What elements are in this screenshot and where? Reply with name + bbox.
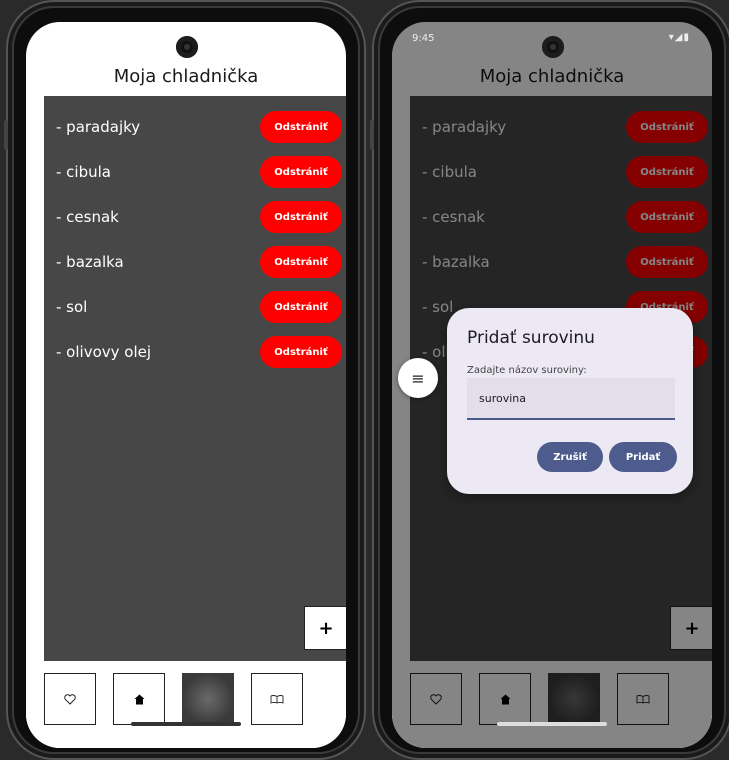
ingredient-list-panel: - paradajky Odstrániť - cibula Odstrániť… — [44, 96, 346, 661]
dialog-label: Zadajte názov suroviny: — [467, 365, 587, 376]
list-item: - bazalka Odstrániť — [44, 246, 346, 278]
screen-right: 9:45 ▾◢▮ Moja chladnička - paradajky Ods… — [392, 22, 712, 748]
list-item: - sol Odstrániť — [44, 291, 346, 323]
page-title: Moja chladnička — [113, 66, 259, 87]
remove-button[interactable]: Odstrániť — [260, 291, 342, 323]
list-item: - cibula Odstrániť — [44, 156, 346, 188]
home-icon — [134, 694, 145, 705]
nav-home[interactable] — [113, 673, 165, 725]
nav-fridge[interactable] — [182, 673, 234, 725]
phone-left: Moja chladnička - paradajky Odstrániť - … — [4, 0, 366, 760]
phone-right: 9:45 ▾◢▮ Moja chladnička - paradajky Ods… — [370, 0, 729, 760]
remove-button[interactable]: Odstrániť — [260, 336, 342, 368]
side-button — [4, 120, 8, 150]
book-icon — [270, 694, 284, 704]
confirm-add-button[interactable]: Pridať — [609, 442, 677, 472]
remove-button[interactable]: Odstrániť — [260, 156, 342, 188]
add-ingredient-button[interactable]: + — [304, 606, 346, 650]
remove-button[interactable]: Odstrániť — [260, 201, 342, 233]
list-item: - cesnak Odstrániť — [44, 201, 346, 233]
side-button — [370, 120, 374, 150]
camera-cutout — [176, 36, 198, 58]
heart-icon — [64, 693, 76, 705]
menu-icon[interactable]: ≡ — [398, 358, 438, 398]
ingredient-name: - olivovy olej — [56, 343, 152, 361]
bottom-nav — [26, 661, 346, 748]
nav-favorites[interactable] — [44, 673, 96, 725]
camera-cutout — [542, 36, 564, 58]
ingredient-name: - cibula — [56, 163, 111, 181]
list-item: - olivovy olej Odstrániť — [44, 336, 346, 368]
list-item: - paradajky Odstrániť — [44, 111, 346, 143]
ingredient-name: - paradajky — [56, 118, 141, 136]
home-indicator — [131, 722, 241, 726]
remove-button[interactable]: Odstrániť — [260, 111, 342, 143]
dialog-title: Pridať surovinu — [467, 328, 595, 348]
nav-recipes[interactable] — [251, 673, 303, 725]
ingredient-name-input[interactable] — [467, 378, 675, 420]
cancel-button[interactable]: Zrušiť — [537, 442, 603, 472]
status-time: 9:45 — [412, 33, 435, 44]
add-ingredient-dialog: Pridať surovinu Zadajte názov suroviny: … — [447, 308, 693, 494]
ingredient-name: - bazalka — [56, 253, 124, 271]
remove-button[interactable]: Odstrániť — [260, 246, 342, 278]
ingredient-name: - sol — [56, 298, 88, 316]
screen-left: Moja chladnička - paradajky Odstrániť - … — [26, 22, 346, 748]
signal-battery-icon: ▾◢▮ — [668, 32, 690, 43]
home-indicator — [497, 722, 607, 726]
ingredient-name: - cesnak — [56, 208, 119, 226]
